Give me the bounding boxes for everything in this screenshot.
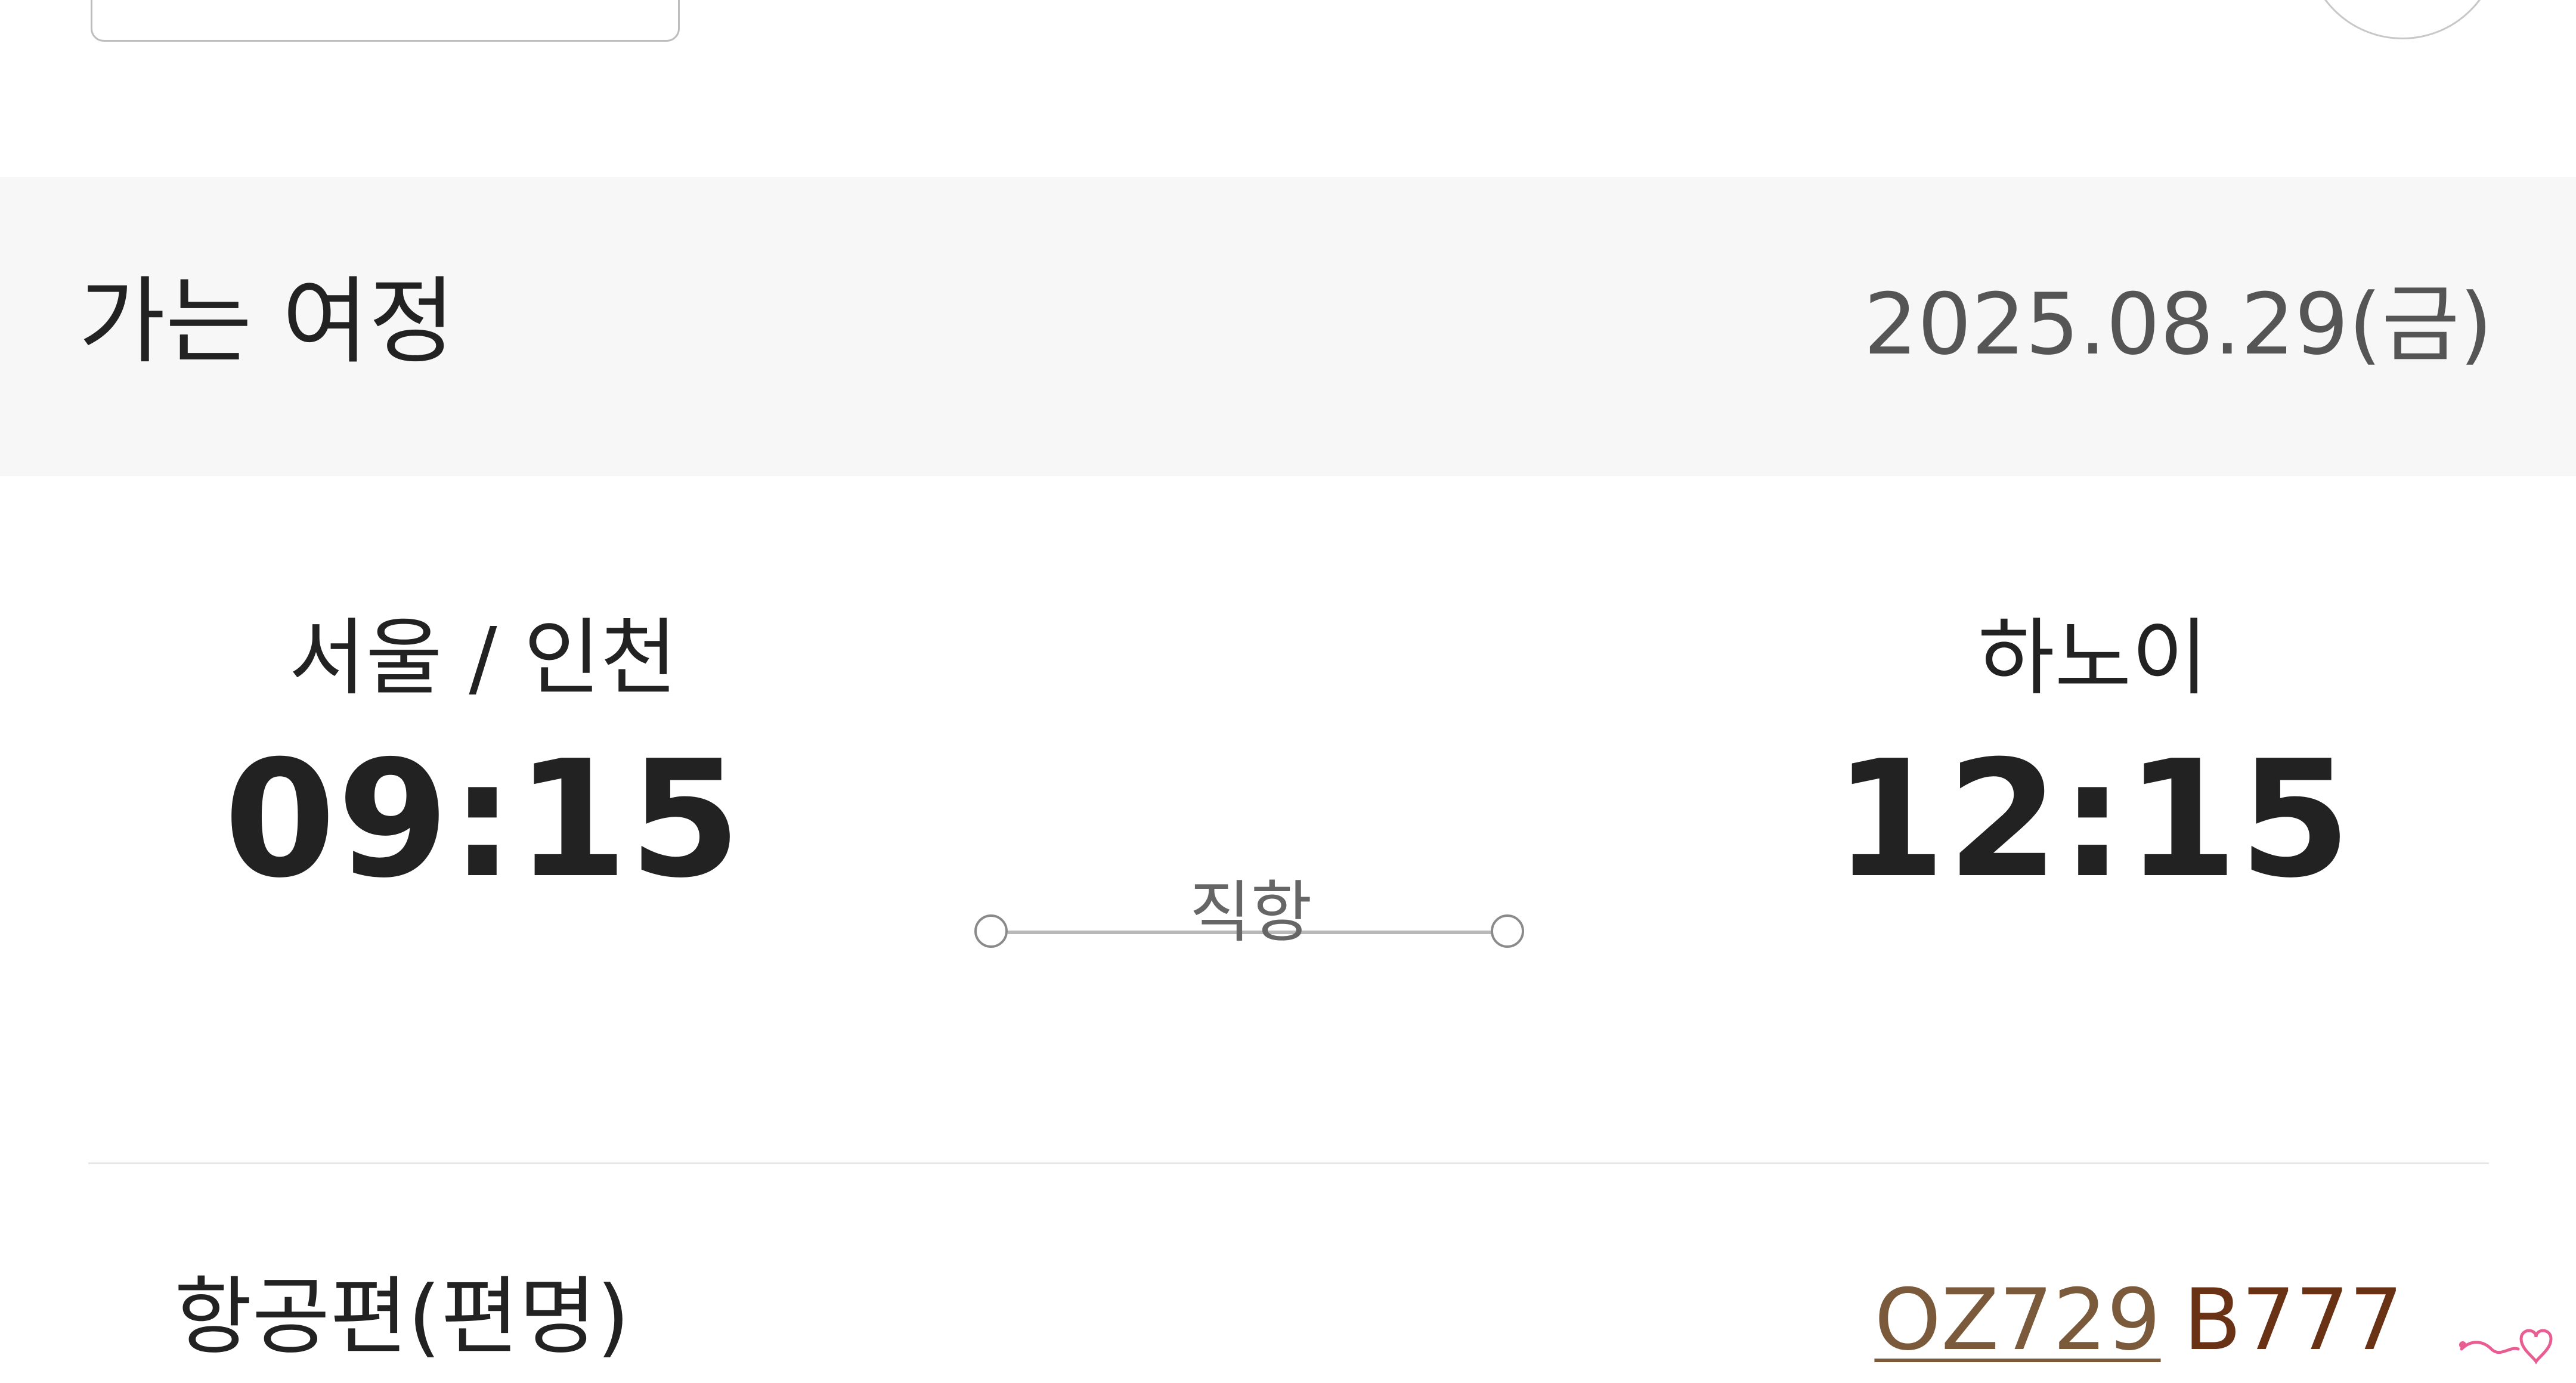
flight-label: 항공편(편명)	[174, 1268, 630, 1366]
itinerary-date: 2025.08.29(금)	[1863, 275, 2493, 374]
arrival-time: 12:15	[1834, 725, 2352, 913]
section-divider	[88, 1162, 2489, 1164]
top-input-box[interactable]	[91, 0, 680, 42]
departure-time: 09:15	[224, 725, 742, 913]
flight-info: OZ729 B777	[1874, 1273, 2403, 1368]
top-circle-button[interactable]	[2305, 0, 2500, 39]
departure-city: 서울 / 인천	[289, 610, 677, 707]
heart-logo-icon	[2459, 1329, 2553, 1365]
route-type-label: 직항	[1189, 874, 1312, 951]
flight-number-link[interactable]: OZ729	[1874, 1271, 2160, 1369]
aircraft-type: B777	[2183, 1271, 2403, 1369]
arrival-city: 하노이	[1977, 610, 2209, 707]
flight-route-indicator: 직항	[972, 874, 1530, 993]
itinerary-title: 가는 여정	[79, 267, 456, 377]
